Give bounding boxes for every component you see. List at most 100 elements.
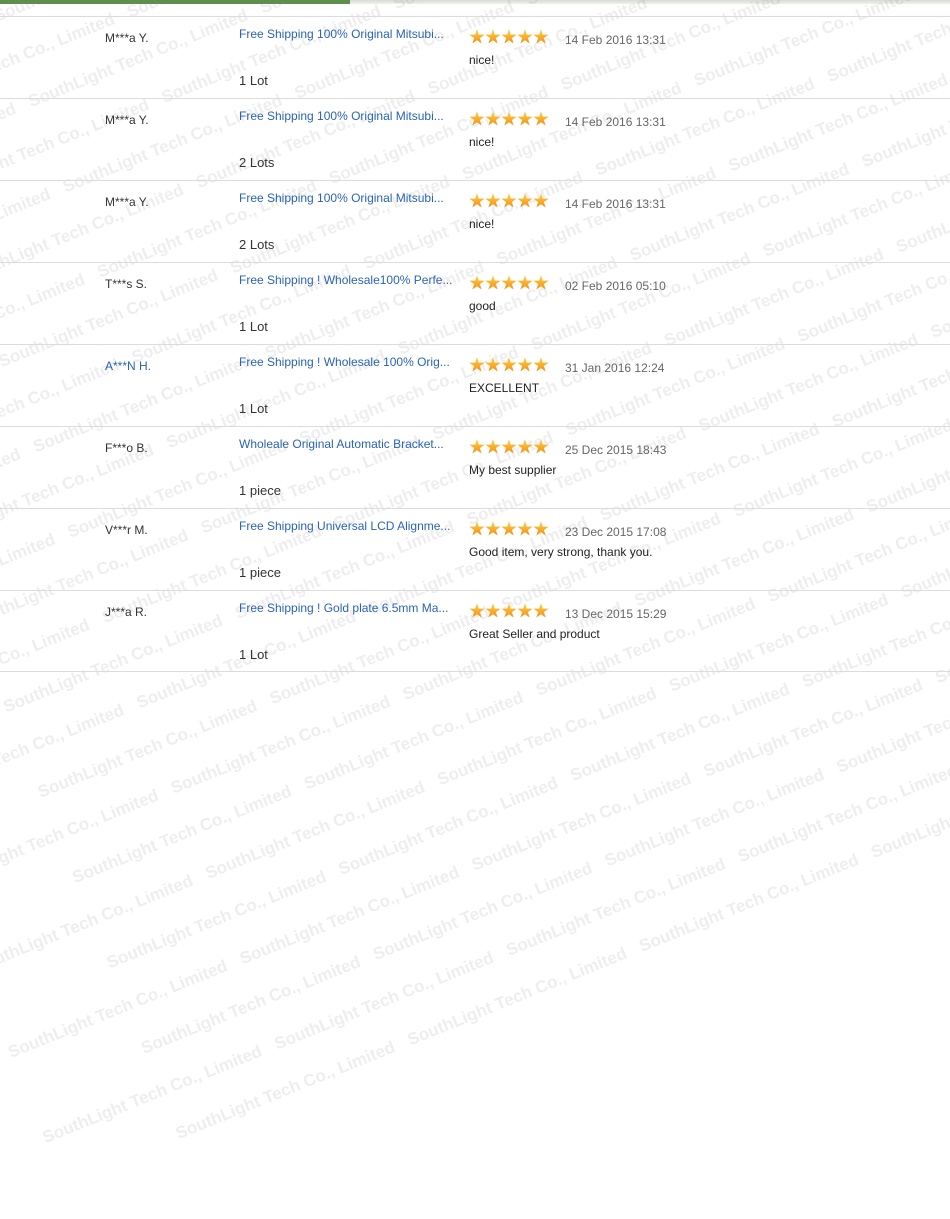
product-link[interactable]: Free Shipping ! Wholesale100% Perfe... [239, 272, 454, 288]
star-icon [517, 111, 533, 126]
star-icon [485, 521, 501, 536]
star-icon [469, 29, 485, 44]
watermark-text: SouthLight Tech Co., Limited [168, 691, 394, 798]
feedback-comment: EXCELLENT [469, 381, 540, 395]
star-rating [469, 603, 549, 621]
product-link[interactable]: Free Shipping ! Gold plate 6.5mm Ma... [239, 600, 454, 616]
product-link[interactable]: Free Shipping 100% Original Mitsubi... [239, 108, 454, 124]
star-icon [533, 29, 549, 44]
star-icon [533, 439, 549, 454]
buyer-name: M***a Y. [105, 31, 149, 45]
watermark-text: SouthLight Tech Co., Limited [5, 956, 231, 1062]
star-icon [485, 603, 501, 618]
watermark-text: SouthLight Tech Co., Limited [103, 866, 329, 973]
star-icon [485, 29, 501, 44]
top-accent-bar [0, 0, 350, 4]
star-icon [533, 603, 549, 618]
order-quantity: 1 Lot [239, 319, 268, 334]
watermark-text: SouthLight Tech Co., Limited [868, 756, 950, 863]
star-icon [469, 521, 485, 536]
feedback-comment: nice! [469, 217, 495, 231]
feedback-date: 14 Feb 2016 13:31 [565, 115, 666, 129]
watermark-text: SouthLight Tech Co., Limited [567, 679, 793, 786]
product-link[interactable]: Wholeale Original Automatic Bracket... [239, 436, 454, 452]
feedback-row: T***s S. Free Shipping ! Wholesale100% P… [0, 262, 950, 344]
feedback-date: 25 Dec 2015 18:43 [565, 443, 667, 457]
star-icon [469, 357, 485, 372]
star-icon [517, 521, 533, 536]
star-icon [469, 111, 485, 126]
star-icon [501, 29, 517, 44]
star-icon [533, 275, 549, 290]
buyer-name: F***o B. [105, 441, 148, 455]
feedback-row: M***a Y. Free Shipping 100% Original Mit… [0, 180, 950, 262]
star-icon [485, 275, 501, 290]
star-icon [517, 29, 533, 44]
top-divider [0, 0, 950, 4]
order-quantity: 1 Lot [239, 73, 268, 88]
buyer-name-link[interactable]: A***N H. [105, 359, 151, 373]
feedback-row: A***N H. Free Shipping ! Wholesale 100% … [0, 344, 950, 426]
star-icon [533, 357, 549, 372]
watermark-text: SouthLight Tech Co., Limited [202, 777, 428, 883]
order-quantity: 1 Lot [239, 401, 268, 416]
star-icon [469, 275, 485, 290]
feedback-date: 23 Dec 2015 17:08 [565, 525, 667, 539]
feedback-comment: Great Seller and product [469, 627, 600, 641]
star-icon [501, 603, 517, 618]
star-icon [485, 111, 501, 126]
buyer-name: M***a Y. [105, 195, 149, 209]
feedback-comment: Good item, very strong, thank you. [469, 545, 653, 559]
watermark-text: SouthLight Tech Co., Limited [503, 854, 729, 960]
feedback-row: M***a Y. Free Shipping 100% Original Mit… [0, 98, 950, 180]
star-icon [485, 357, 501, 372]
watermark-text: SouthLight Tech Co., Limited [172, 1037, 398, 1143]
feedback-comment: My best supplier [469, 463, 557, 477]
star-rating [469, 275, 549, 293]
watermark-text: SouthLight Tech Co., Limited [370, 858, 596, 965]
product-link[interactable]: Free Shipping Universal LCD Alignme... [239, 518, 454, 534]
product-link[interactable]: Free Shipping ! Wholesale 100% Orig... [239, 354, 454, 370]
watermark-text: SouthLight Tech Co., Limited [138, 952, 364, 1058]
star-icon [517, 357, 533, 372]
watermark-text: SouthLight Tech Co., Limited [700, 675, 926, 781]
star-icon [501, 521, 517, 536]
feedback-date: 02 Feb 2016 05:10 [565, 279, 666, 293]
star-icon [517, 603, 533, 618]
watermark-text: SouthLight Tech Co., Limited [602, 764, 827, 871]
star-rating [469, 521, 549, 539]
star-icon [533, 521, 549, 536]
order-quantity: 1 piece [239, 565, 281, 580]
star-icon [517, 439, 533, 454]
feedback-list: M***a Y. Free Shipping 100% Original Mit… [0, 16, 950, 672]
feedback-date: 31 Jan 2016 12:24 [565, 361, 665, 375]
feedback-row: F***o B. Wholeale Original Automatic Bra… [0, 426, 950, 508]
watermark-text: SouthLight Tech Co., Limited [636, 850, 862, 956]
feedback-row: M***a Y. Free Shipping 100% Original Mit… [0, 16, 950, 98]
buyer-name: V***r M. [105, 523, 148, 537]
watermark-text: SouthLight Tech Co., Limited [0, 700, 127, 806]
watermark-text: SouthLight Tech Co., Limited [69, 781, 295, 888]
feedback-row: V***r M. Free Shipping Universal LCD Ali… [0, 508, 950, 590]
feedback-comment: nice! [469, 135, 495, 149]
star-icon [517, 275, 533, 290]
product-link[interactable]: Free Shipping 100% Original Mitsubi... [239, 190, 454, 206]
buyer-name: J***a R. [105, 605, 148, 619]
watermark-text: SouthLight Tech Co., Limited [271, 947, 497, 1054]
order-quantity: 1 piece [239, 483, 281, 498]
buyer-name: M***a Y. [105, 113, 149, 127]
feedback-row: J***a R. Free Shipping ! Gold plate 6.5m… [0, 590, 950, 672]
product-link[interactable]: Free Shipping 100% Original Mitsubi... [239, 26, 454, 42]
watermark-text: SouthLight Tech Co., Limited [0, 785, 162, 892]
order-quantity: 2 Lots [239, 237, 275, 252]
star-rating [469, 193, 549, 211]
star-icon [501, 275, 517, 290]
watermark-text: SouthLight Tech Co., Limited [237, 862, 462, 969]
star-icon [533, 111, 549, 126]
watermark-text: SouthLight Tech Co., Limited [301, 687, 527, 794]
star-icon [469, 603, 485, 618]
star-icon [533, 193, 549, 208]
star-rating [469, 439, 549, 457]
star-icon [485, 439, 501, 454]
watermark-text: SouthLight Tech Co., Limited [35, 696, 260, 802]
